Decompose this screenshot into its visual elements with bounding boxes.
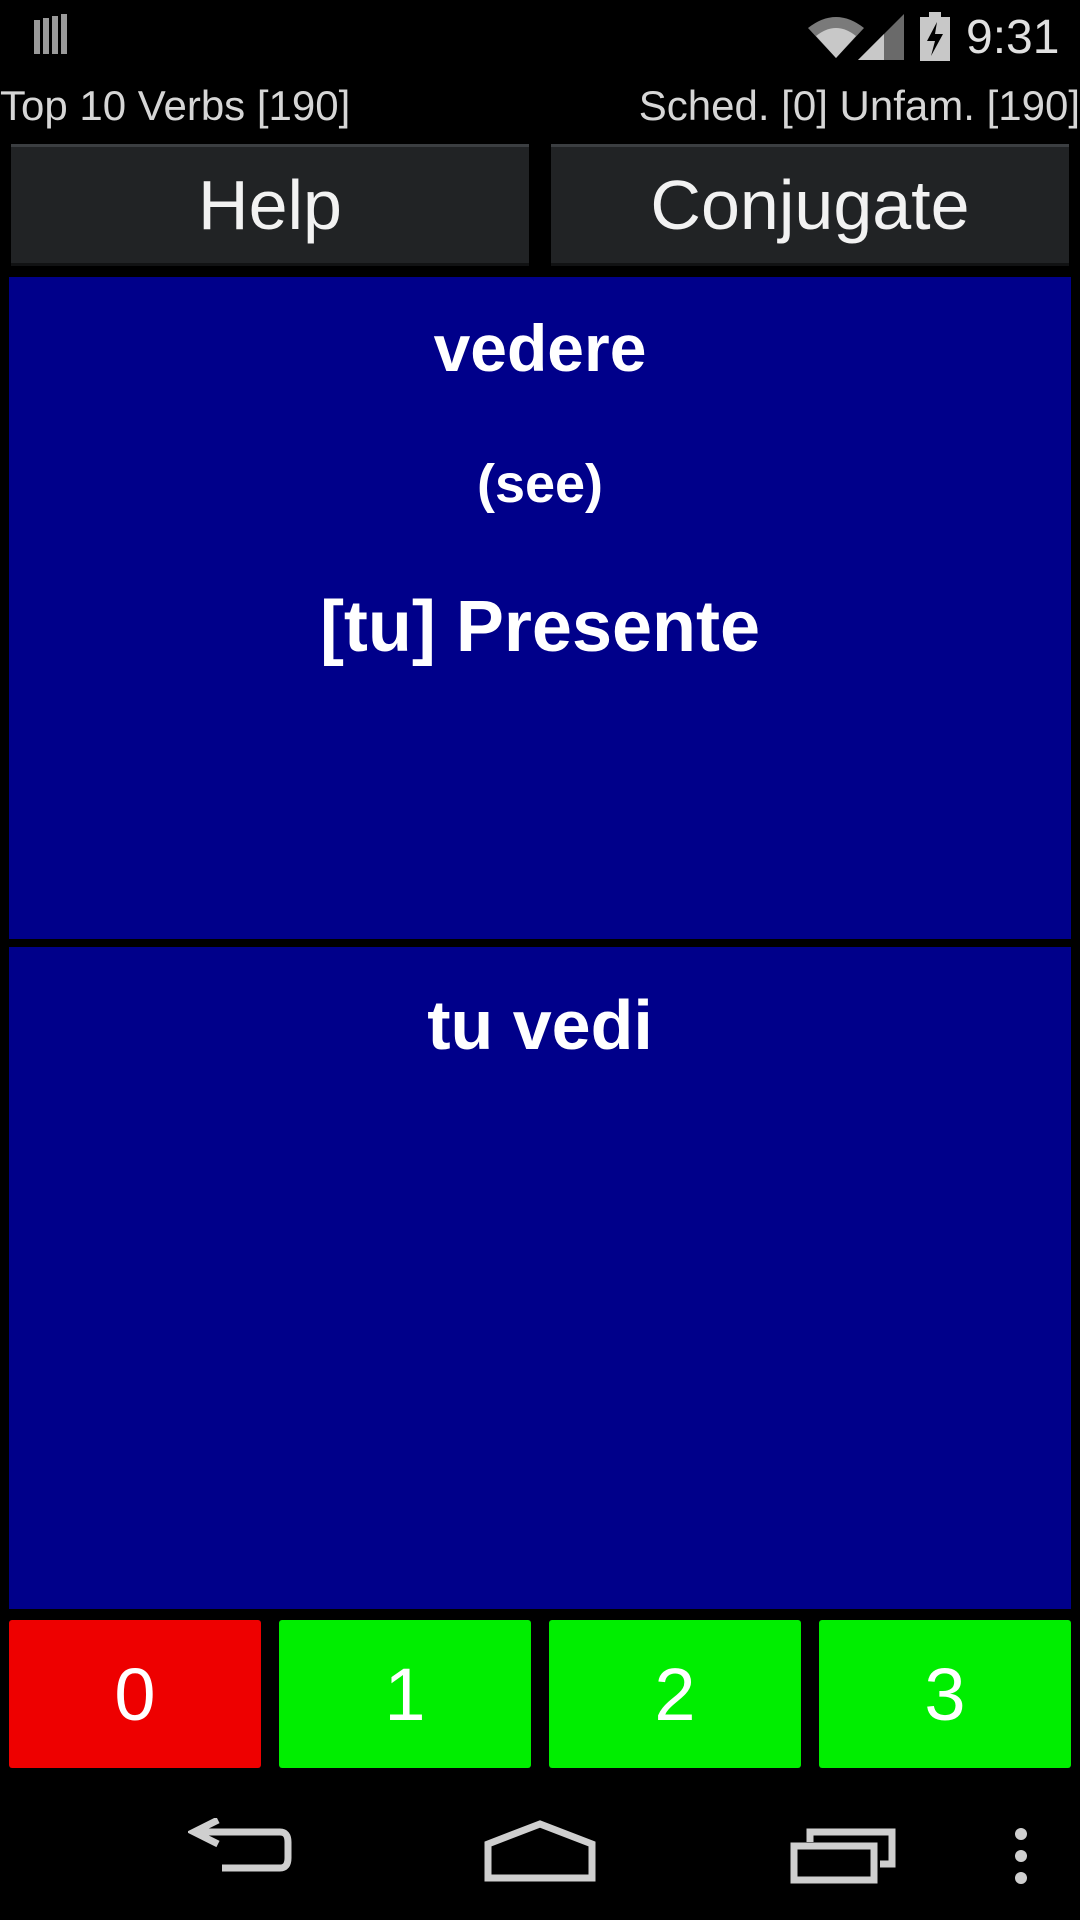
verb-infinitive: vedere [433,311,647,385]
notification-icon [34,14,74,58]
verb-translation: (see) [476,454,604,514]
verb-form-prompt: [tu] Presente [319,587,761,667]
grade-2-button[interactable]: 2 [549,1620,801,1768]
conjugate-button[interactable]: Conjugate [551,144,1069,266]
signal-icon [858,14,904,60]
help-button[interactable]: Help [11,144,529,266]
grade-3-button[interactable]: 3 [819,1620,1071,1768]
deck-title: Top 10 Verbs [190] [0,82,351,129]
grade-1-button[interactable]: 1 [279,1620,531,1768]
answer-text: tu vedi [427,986,653,1064]
status-time: 9:31 [966,11,1060,64]
schedule-info: Sched. [0] Unfam. [190] [638,82,1080,129]
wifi-icon [806,14,866,60]
battery-charging-icon [918,12,952,62]
answer-card[interactable]: tu vedi [9,947,1071,1609]
grade-0-button[interactable]: 0 [9,1620,261,1768]
question-card[interactable]: vedere (see) [tu] Presente [9,277,1071,939]
back-icon[interactable] [186,1816,292,1882]
home-icon[interactable] [484,1820,596,1882]
overflow-menu-icon[interactable] [1008,1826,1034,1886]
recents-icon[interactable] [790,1822,896,1884]
